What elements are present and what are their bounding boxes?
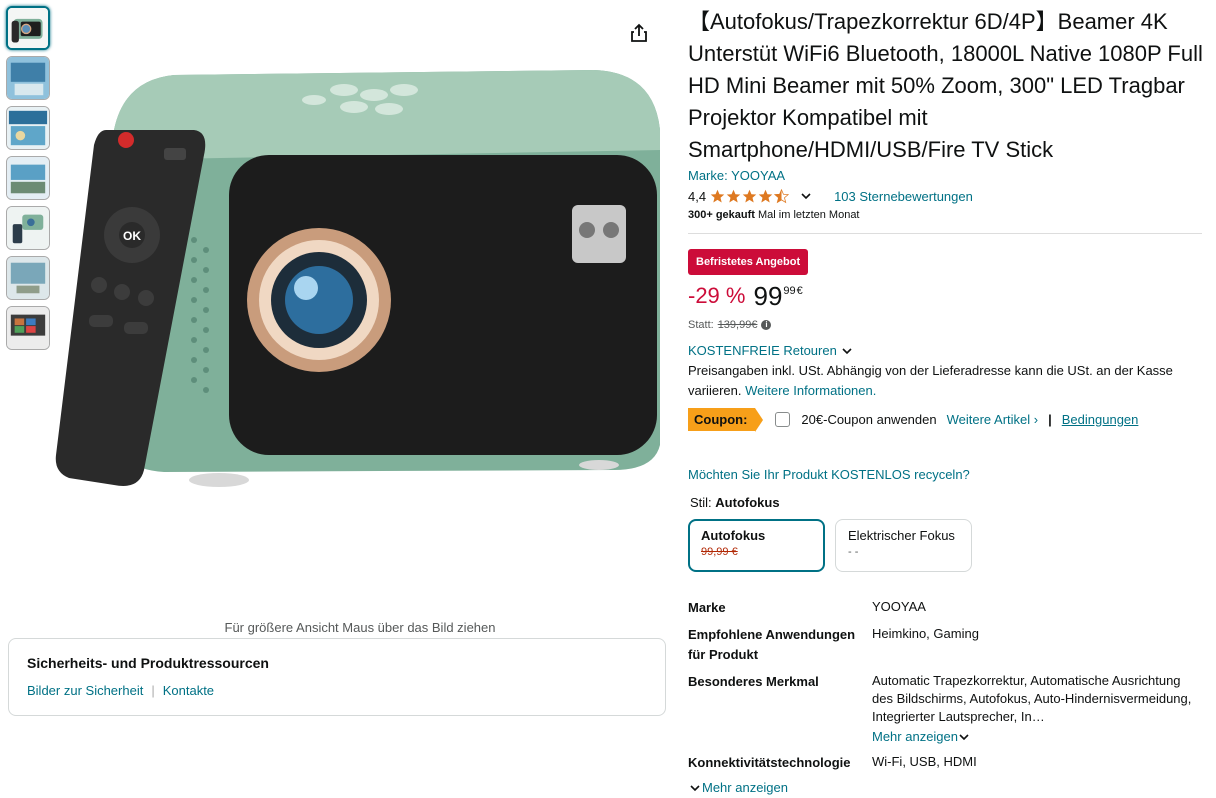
spec-more-label: Mehr anzeigen <box>872 729 958 744</box>
spec-more-link[interactable]: Mehr anzeigen <box>872 728 1202 746</box>
list-price-label: Statt: <box>688 319 714 331</box>
price-whole: 99 <box>753 281 783 311</box>
thumbnail[interactable] <box>6 306 50 350</box>
coupon-tag: Coupon: <box>688 407 764 432</box>
rating-row: 4,4 103 Sternebewertungen <box>688 186 1204 206</box>
product-specs: Marke YOOYAA Empfohlene Anwendungen für … <box>688 598 1204 773</box>
spec-value: YOOYAA <box>872 599 926 614</box>
product-info-column: 【Autofokus/Trapezkorrektur 6D/4P】Beamer … <box>688 6 1204 795</box>
chevron-down-icon <box>842 347 852 354</box>
coupon-row: Coupon: 20€-Coupon anwenden Weitere Arti… <box>688 407 1204 432</box>
info-icon[interactable]: i <box>761 320 772 330</box>
thumbnail[interactable] <box>6 206 50 250</box>
recycle-link[interactable]: Möchten Sie Ihr Produkt KOSTENLOS recyce… <box>688 467 1204 482</box>
spec-row: Empfohlene Anwendungen für Produkt Heimk… <box>688 625 1204 665</box>
specs-more-link[interactable]: Mehr anzeigen <box>688 780 1204 795</box>
style-label-text: Stil: <box>690 495 712 510</box>
ratings-count-link[interactable]: 103 Sternebewertungen <box>834 189 973 204</box>
spec-value: Heimkino, Gaming <box>872 626 979 641</box>
contacts-link[interactable]: Kontakte <box>163 683 214 698</box>
divider <box>688 233 1202 234</box>
price-currency: € <box>796 285 803 297</box>
safety-images-link[interactable]: Bilder zur Sicherheit <box>27 683 143 698</box>
list-price-row: Statt: 139,99€ i <box>688 319 1204 331</box>
spec-value: Automatic Trapezkorrektur, Automatische … <box>872 673 1192 724</box>
spec-row: Besonderes Merkmal Automatic Trapezkorre… <box>688 672 1204 746</box>
thumbnail[interactable] <box>6 56 50 100</box>
star-full-icon <box>710 189 725 202</box>
product-title: 【Autofokus/Trapezkorrektur 6D/4P】Beamer … <box>688 9 1203 162</box>
bought-count: 300+ gekauft <box>688 209 755 221</box>
coupon-checkbox[interactable] <box>775 411 791 427</box>
bought-suffix: Mal im letzten Monat <box>754 209 860 221</box>
thumbnail-strip <box>6 6 52 356</box>
coupon-separator: | <box>1048 411 1052 427</box>
brand-link[interactable]: Marke: YOOYAA <box>688 168 1204 183</box>
coupon-text[interactable]: 20€-Coupon anwenden <box>801 412 936 427</box>
style-selected: Autofokus <box>715 495 780 510</box>
chevron-down-icon <box>690 784 700 791</box>
thumbnail[interactable] <box>6 6 50 50</box>
link-separator: | <box>151 683 155 698</box>
deal-badge: Befristetes Angebot <box>688 249 809 275</box>
star-full-icon <box>758 189 773 202</box>
price-fraction: 99 <box>783 285 796 297</box>
rating-value: 4,4 <box>688 188 707 204</box>
style-option-price: 99,99 € <box>701 546 738 558</box>
chevron-down-icon <box>959 734 969 741</box>
price-row: -29 % 99 99 € <box>688 283 1204 315</box>
product-main-image[interactable]: OK <box>54 60 666 565</box>
specs-more-label: Mehr anzeigen <box>702 780 788 795</box>
thumbnail[interactable] <box>6 156 50 200</box>
style-option-elektrischer-fokus[interactable]: Elektrischer Fokus - - <box>835 519 972 572</box>
spec-key: Empfohlene Anwendungen für Produkt <box>688 627 856 662</box>
style-options: Autofokus 99,99 € Elektrischer Fokus - - <box>688 519 1204 572</box>
star-full-icon <box>742 189 757 202</box>
coupon-more-link[interactable]: Weitere Artikel › <box>947 412 1039 427</box>
free-returns[interactable]: KOSTENFREIE Retouren <box>688 343 1204 358</box>
spec-value: Wi-Fi, USB, HDMI <box>872 754 977 769</box>
star-half-icon <box>774 188 790 203</box>
list-price: 139,99€ <box>717 319 758 331</box>
bought-info: 300+ gekauft Mal im letzten Monat <box>688 209 1204 221</box>
image-hover-hint: Für größere Ansicht Maus über das Bild z… <box>224 620 496 635</box>
vat-more-link[interactable]: Weitere Informationen. <box>745 383 876 398</box>
safety-title: Sicherheits- und Produktressourcen <box>27 655 269 671</box>
style-option-name: Elektrischer Fokus <box>848 528 955 543</box>
star-full-icon <box>726 189 741 202</box>
spec-value-block: Automatic Trapezkorrektur, Automatische … <box>872 672 1202 746</box>
style-option-name: Autofokus <box>701 528 766 543</box>
style-option-autofokus[interactable]: Autofokus 99,99 € <box>688 519 825 572</box>
thumbnail[interactable] <box>6 256 50 300</box>
share-icon[interactable] <box>628 22 650 44</box>
spec-key: Marke <box>688 600 726 615</box>
free-returns-label: KOSTENFREIE Retouren <box>688 343 837 358</box>
thumbnail[interactable] <box>6 106 50 150</box>
star-rating[interactable] <box>710 188 790 204</box>
chevron-down-icon[interactable] <box>800 190 812 202</box>
vat-info: Preisangaben inkl. USt. Abhängig von der… <box>688 361 1204 401</box>
spec-row: Marke YOOYAA <box>688 598 1204 618</box>
safety-resources-box: Sicherheits- und Produktressourcen Bilde… <box>8 638 666 716</box>
style-option-price: - - <box>848 546 859 558</box>
svg-text:OK: OK <box>123 229 141 243</box>
spec-key: Konnektivitätstechnologie <box>688 755 851 770</box>
spec-key: Besonderes Merkmal <box>688 674 819 689</box>
style-label: Stil: Autofokus <box>690 495 1204 510</box>
coupon-terms-link[interactable]: Bedingungen <box>1062 412 1139 427</box>
discount-percent: -29 % <box>688 283 746 308</box>
spec-row: Konnektivitätstechnologie Wi-Fi, USB, HD… <box>688 753 1204 773</box>
